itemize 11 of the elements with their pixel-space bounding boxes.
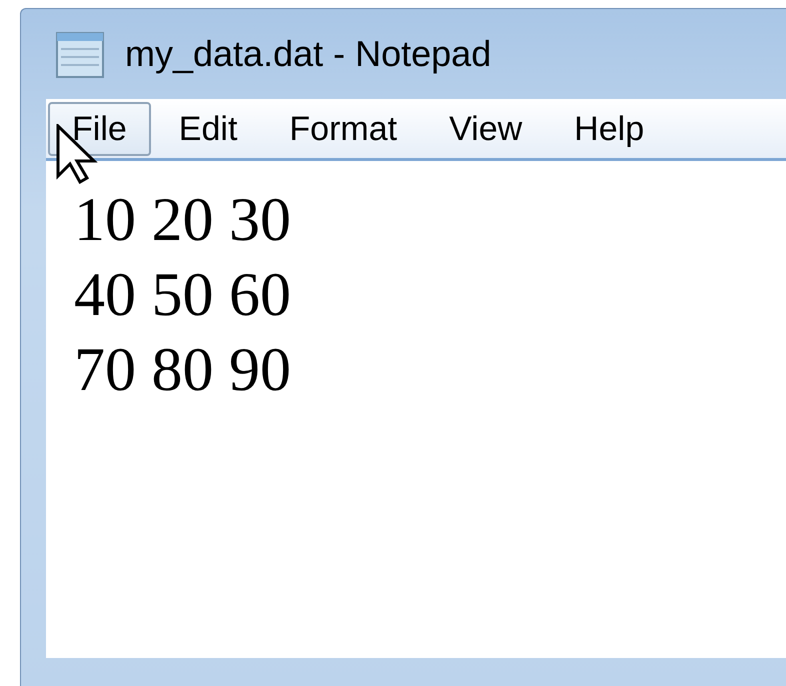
- notepad-icon: [55, 29, 107, 79]
- text-area[interactable]: 10 20 30 40 50 60 70 80 90: [46, 161, 786, 658]
- menu-item[interactable]: Help: [550, 102, 668, 156]
- window-title: my_data.dat - Notepad: [125, 36, 492, 72]
- text-line: 40 50 60: [74, 260, 292, 331]
- menu-item[interactable]: View: [425, 102, 546, 156]
- menu-item[interactable]: Format: [265, 102, 422, 156]
- menu-item[interactable]: Edit: [154, 102, 262, 156]
- menu-item[interactable]: File: [48, 102, 151, 156]
- text-line: 10 20 30: [74, 185, 292, 256]
- text-line: 70 80 90: [74, 335, 292, 406]
